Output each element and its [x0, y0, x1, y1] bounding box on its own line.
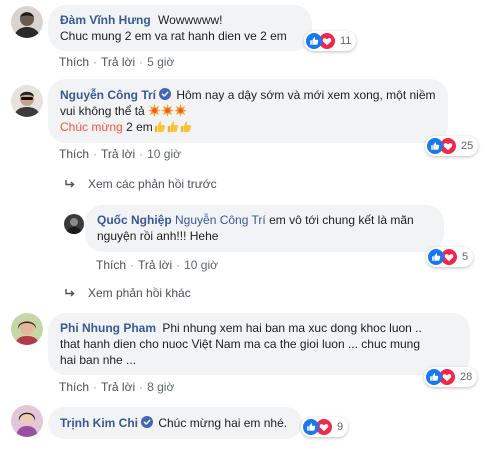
- comment-text: vui không thể tả: [60, 104, 145, 118]
- comment-actions: Thích · Trả lời · 8 giờ: [59, 380, 175, 394]
- comment-bubble: Đàm Vĩnh Hưng Wowwwww! Chuc mung 2 em va…: [48, 5, 312, 51]
- reply-link[interactable]: Trả lời: [101, 55, 135, 69]
- timestamp[interactable]: 10 giờ: [184, 258, 218, 272]
- like-link[interactable]: Thích: [59, 147, 89, 161]
- comment-text: 2 em: [122, 120, 153, 134]
- reaction-count: 25: [461, 140, 474, 152]
- comment-text: Chúc mừng hai em nhé.: [158, 416, 288, 430]
- mention-link[interactable]: Nguyễn Công Trí: [175, 213, 266, 227]
- sparkle-emoji: [174, 104, 187, 117]
- like-link[interactable]: Thích: [59, 380, 89, 394]
- comment-text: Chuc mung 2 em va rat hanh dien ve 2 em: [60, 29, 287, 43]
- reaction-count: 5: [462, 251, 469, 263]
- reaction-count: 11: [340, 35, 352, 47]
- commenter-name[interactable]: Trịnh Kim Chi: [60, 416, 138, 430]
- like-reaction-icon: [427, 138, 443, 154]
- commenter-name[interactable]: Quốc Nghiệp: [97, 213, 172, 227]
- avatar[interactable]: [11, 405, 43, 437]
- like-link[interactable]: Thích: [59, 55, 89, 69]
- comment-text: hai ban nhe ...: [60, 353, 137, 367]
- view-previous-replies-label: Xem các phản hồi trước: [88, 177, 217, 191]
- timestamp[interactable]: 8 giờ: [147, 380, 174, 394]
- commenter-name[interactable]: Phi Nhung Pham: [60, 321, 156, 335]
- avatar[interactable]: [11, 313, 43, 345]
- highlighted-text: Chúc mừng: [60, 120, 123, 134]
- comment-text: Phi nhung xem hai ban ma xuc dong khoc l…: [162, 321, 422, 335]
- thumbs-up-emoji: [166, 120, 179, 133]
- comment-actions: Thích · Trả lời · 5 giờ: [59, 55, 175, 69]
- comment-text: nguyện rồi anh!!! Hehe: [97, 229, 219, 243]
- sparkle-emoji: [161, 104, 174, 117]
- reply-link[interactable]: Trả lời: [101, 380, 135, 394]
- reaction-summary[interactable]: 28: [424, 367, 478, 387]
- reply-arrow-icon: [64, 178, 76, 190]
- like-link[interactable]: Thích: [96, 258, 126, 272]
- avatar[interactable]: [64, 214, 84, 234]
- view-more-replies-label: Xem phản hồi khác: [88, 286, 191, 300]
- reply-arrow-icon: [64, 287, 76, 299]
- comment-bubble: Phi Nhung Pham Phi nhung xem hai ban ma …: [48, 313, 470, 375]
- reaction-summary[interactable]: 25: [425, 136, 479, 156]
- thumbs-up-emoji: [153, 120, 166, 133]
- reaction-summary[interactable]: 11: [304, 31, 357, 51]
- comment-actions: Thích · Trả lời · 10 giờ: [96, 258, 218, 272]
- reaction-summary[interactable]: 5: [426, 247, 474, 267]
- reaction-count: 9: [337, 421, 344, 433]
- comment-text: em vô tới chung kết là mãn: [269, 213, 414, 227]
- comment-bubble: Trịnh Kim Chi Chúc mừng hai em nhé.: [48, 407, 302, 439]
- reply-link[interactable]: Trả lời: [101, 147, 135, 161]
- timestamp[interactable]: 5 giờ: [147, 55, 174, 69]
- timestamp[interactable]: 10 giờ: [147, 147, 181, 161]
- view-more-replies-link[interactable]: Xem phản hồi khác: [64, 286, 191, 300]
- avatar[interactable]: [11, 6, 43, 38]
- like-reaction-icon: [428, 249, 444, 265]
- comment-actions: Thích · Trả lời · 10 giờ: [59, 147, 181, 161]
- reply-link[interactable]: Trả lời: [138, 258, 172, 272]
- like-reaction-icon: [303, 419, 319, 435]
- verified-badge-icon: [141, 416, 153, 428]
- thumbs-up-emoji: [179, 120, 192, 133]
- avatar[interactable]: [11, 85, 43, 117]
- commenter-name[interactable]: Nguyễn Công Trí: [60, 88, 156, 102]
- comment-bubble: Quốc Nghiệp Nguyễn Công Trí em vô tới ch…: [85, 205, 444, 252]
- verified-badge-icon: [159, 88, 171, 100]
- sparkle-emoji: [148, 104, 161, 117]
- reaction-count: 28: [460, 371, 473, 383]
- like-reaction-icon: [426, 369, 442, 385]
- comment-text: Wowwwww!: [158, 13, 223, 27]
- view-previous-replies-link[interactable]: Xem các phản hồi trước: [64, 177, 217, 191]
- like-reaction-icon: [306, 33, 322, 49]
- comment-bubble: Nguyễn Công Trí Hôm nay a dậy sớm và mới…: [48, 79, 448, 143]
- reaction-summary[interactable]: 9: [301, 417, 349, 437]
- comment-text: that hanh dien cho nuoc Việt Nam ma ca t…: [60, 337, 420, 351]
- comment-text: Hôm nay a dậy sớm và mới xem xong, một n…: [176, 88, 436, 102]
- commenter-name[interactable]: Đàm Vĩnh Hưng: [60, 13, 151, 27]
